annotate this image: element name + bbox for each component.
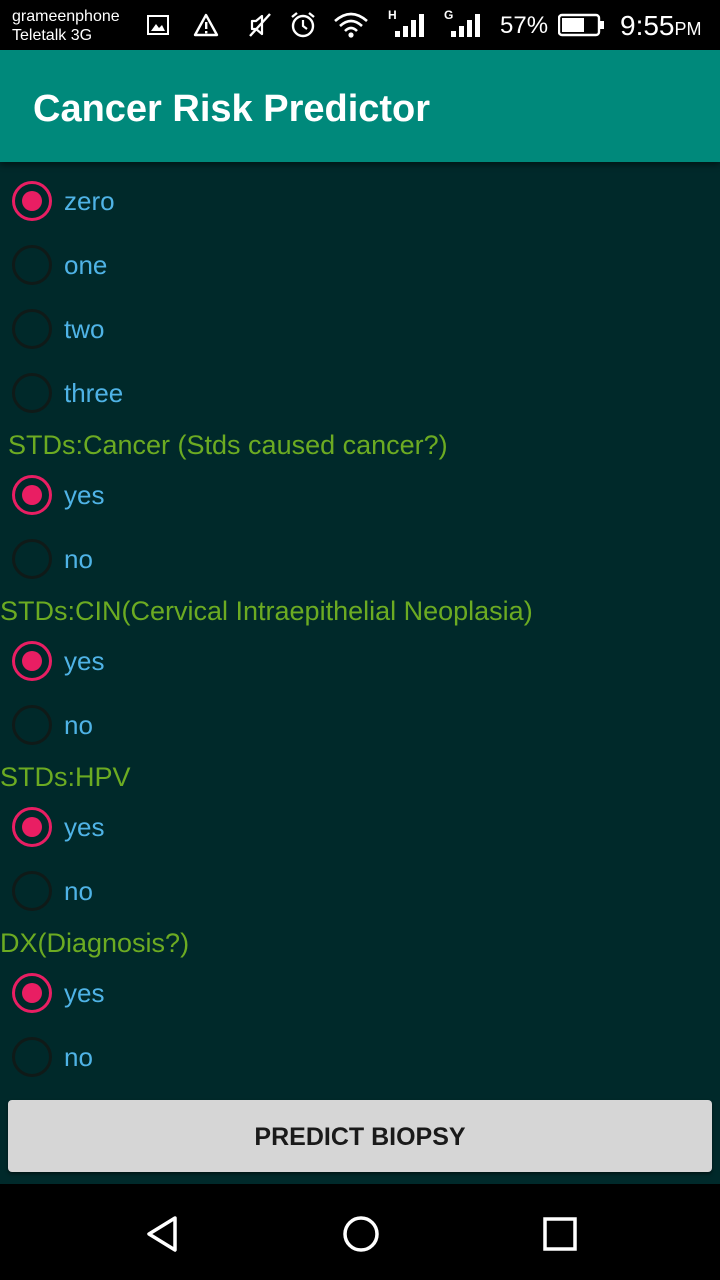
radio-button[interactable] (12, 1037, 52, 1077)
status-bar: grameenphone Teletalk 3G H G 57% 9:55PM (0, 0, 720, 50)
clock: 9:55PM (620, 10, 702, 42)
option-label[interactable]: yes (64, 480, 104, 511)
question-label: STDs:HPV (0, 762, 131, 792)
option-label[interactable]: no (64, 876, 93, 907)
carrier-name-1: grameenphone (12, 8, 120, 25)
option-label[interactable]: no (64, 544, 93, 575)
option-label[interactable]: one (64, 250, 107, 281)
warning-icon (193, 13, 219, 37)
option-label[interactable]: zero (64, 186, 115, 217)
predict-biopsy-button[interactable]: PREDICT BIOPSY (8, 1100, 712, 1172)
radio-button[interactable] (12, 973, 52, 1013)
radio-button[interactable] (12, 641, 52, 681)
battery-percentage: 57% (500, 12, 549, 39)
carrier-info: grameenphone Teletalk 3G (12, 7, 120, 45)
signal-strength-icon-2: G (442, 8, 486, 40)
wifi-icon (334, 12, 368, 38)
option-label[interactable]: yes (64, 978, 104, 1009)
option-label[interactable]: two (64, 314, 104, 345)
option-label[interactable]: yes (64, 812, 104, 843)
radio-button[interactable] (12, 871, 52, 911)
radio-button[interactable] (12, 309, 52, 349)
app-title: Cancer Risk Predictor (33, 88, 431, 130)
clock-time: 9:55 (620, 10, 675, 41)
battery-icon (558, 13, 604, 37)
question-label: STDs:Cancer (Stds caused cancer?) (8, 430, 448, 460)
home-icon[interactable] (339, 1212, 383, 1256)
option-label[interactable]: no (64, 1042, 93, 1073)
radio-button[interactable] (12, 475, 52, 515)
radio-button[interactable] (12, 181, 52, 221)
question-label: DX(Diagnosis?) (0, 928, 190, 958)
option-label[interactable]: three (64, 378, 123, 409)
option-label[interactable]: yes (64, 646, 104, 677)
option-label[interactable]: no (64, 710, 93, 741)
muted-speaker-icon (249, 13, 271, 37)
radio-button[interactable] (12, 373, 52, 413)
signal-strength-icon-1: H (386, 8, 430, 40)
signal-bars-icon (395, 14, 424, 37)
radio-button[interactable] (12, 807, 52, 847)
question-label: STDs:CIN(Cervical Intraepithelial Neopla… (0, 596, 533, 626)
app-bar: Cancer Risk Predictor (0, 50, 720, 162)
back-icon[interactable] (141, 1212, 185, 1256)
signal-bars-icon (451, 14, 480, 37)
alarm-icon (291, 12, 315, 38)
question-list[interactable]: zero one two three STDs:Cancer (Stds cau… (0, 162, 720, 1184)
radio-button[interactable] (12, 539, 52, 579)
radio-button[interactable] (12, 245, 52, 285)
recents-icon[interactable] (538, 1212, 582, 1256)
carrier-name-2: Teletalk 3G (12, 27, 93, 44)
clock-ampm: PM (674, 19, 702, 39)
navigation-bar (0, 1184, 720, 1280)
radio-button[interactable] (12, 705, 52, 745)
image-icon (147, 15, 169, 35)
